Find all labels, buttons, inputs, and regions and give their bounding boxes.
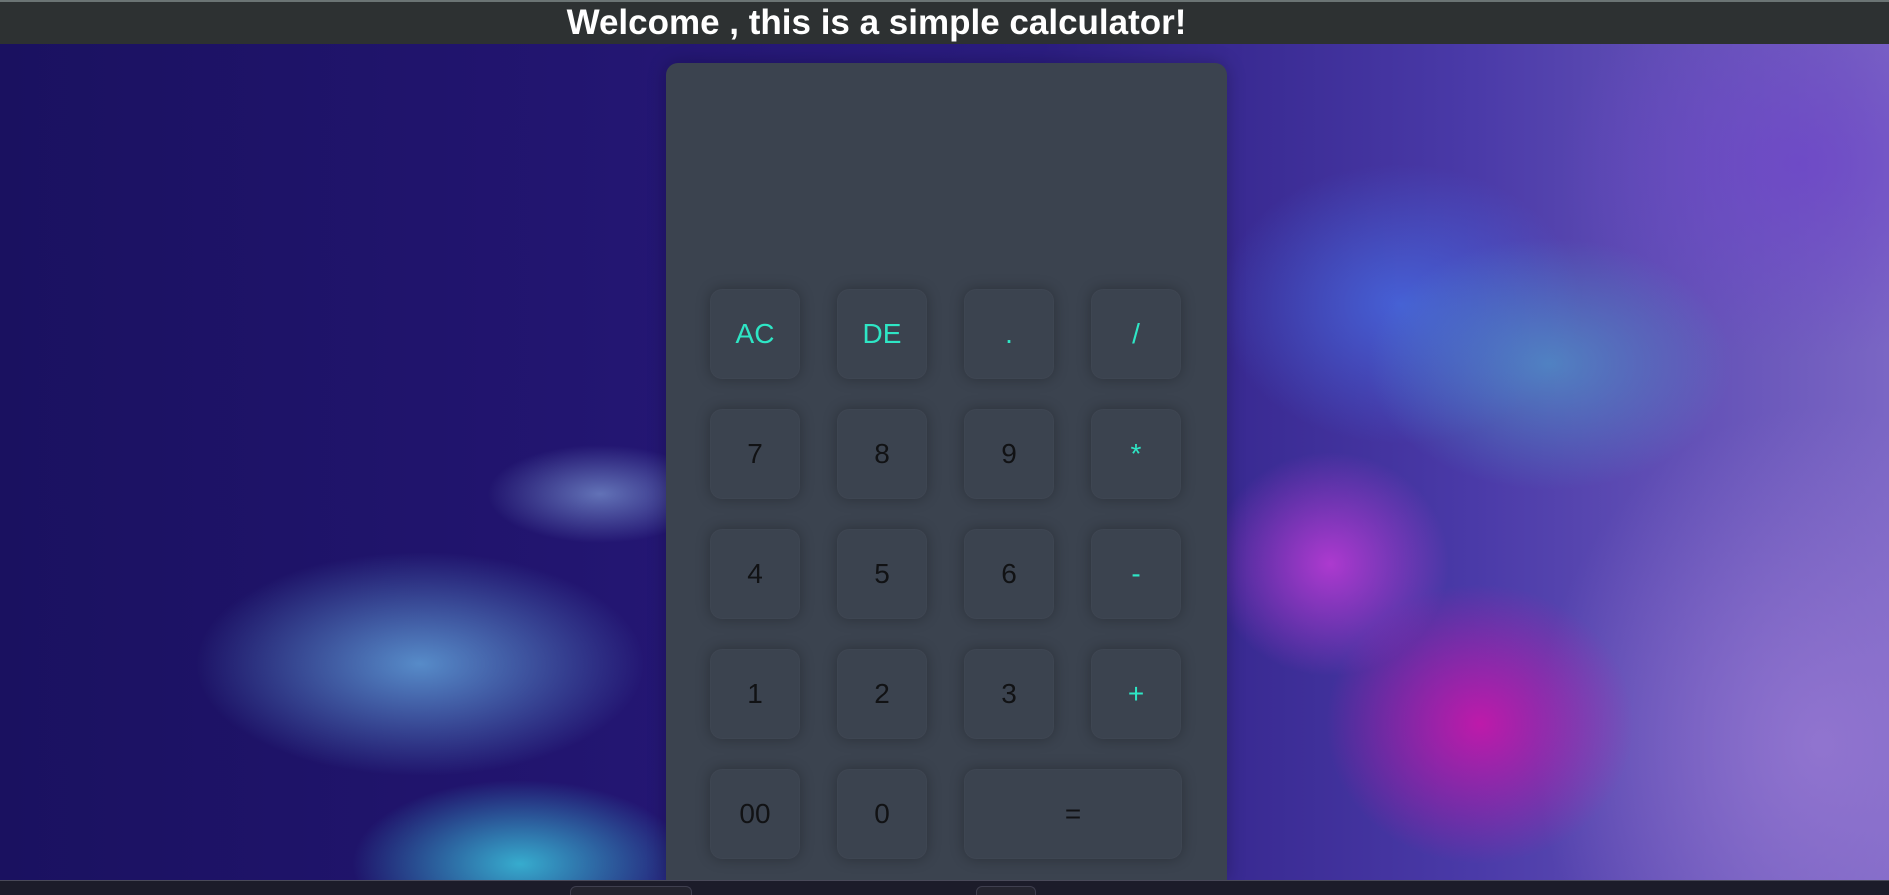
page-title: Welcome , this is a simple calculator! [566,3,1187,42]
decimal-point-button[interactable]: . [964,289,1054,379]
header-bar: Welcome , this is a simple calculator! [0,0,1889,44]
calculator-display [690,81,1200,251]
digit-2-button[interactable]: 2 [837,649,927,739]
bottom-tab[interactable] [570,886,692,895]
digit-8-button[interactable]: 8 [837,409,927,499]
digit-0-button[interactable]: 0 [837,769,927,859]
digit-3-button[interactable]: 3 [964,649,1054,739]
equals-button[interactable]: = [964,769,1182,859]
all-clear-button[interactable]: AC [710,289,800,379]
bottom-tab[interactable] [976,886,1036,895]
digit-1-button[interactable]: 1 [710,649,800,739]
double-zero-button[interactable]: 00 [710,769,800,859]
digit-6-button[interactable]: 6 [964,529,1054,619]
divide-button[interactable]: / [1091,289,1181,379]
bottom-bar [0,880,1889,895]
multiply-button[interactable]: * [1091,409,1181,499]
delete-button[interactable]: DE [837,289,927,379]
digit-5-button[interactable]: 5 [837,529,927,619]
calculator: AC DE . / 7 8 9 * 4 5 6 - 1 2 3 + 00 0 = [666,63,1227,880]
digit-7-button[interactable]: 7 [710,409,800,499]
digit-9-button[interactable]: 9 [964,409,1054,499]
page: Welcome , this is a simple calculator! A… [0,0,1889,895]
digit-4-button[interactable]: 4 [710,529,800,619]
subtract-button[interactable]: - [1091,529,1181,619]
add-button[interactable]: + [1091,649,1181,739]
